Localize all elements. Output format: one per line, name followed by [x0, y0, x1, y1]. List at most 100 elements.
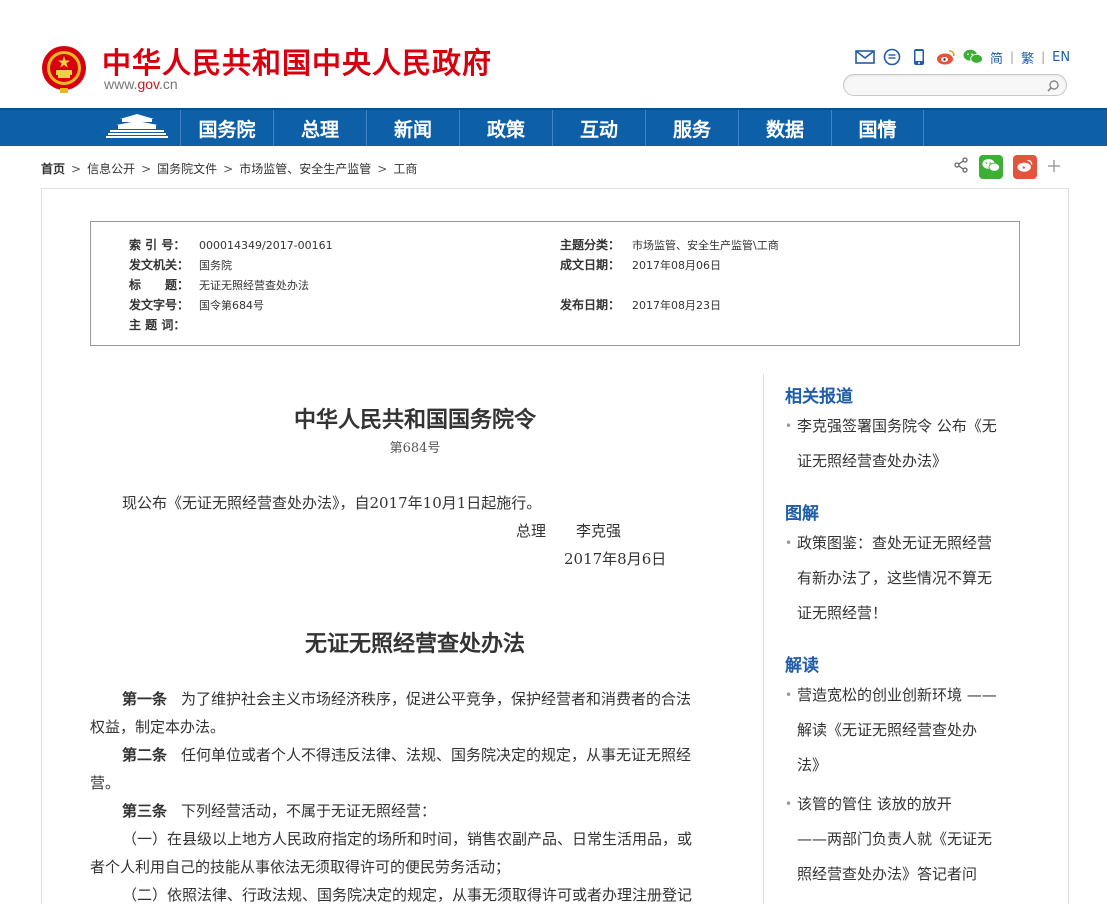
sidebar-interpret-2-line-2: ——两部门负责人就《无证无 [797, 830, 993, 848]
info-issuer-row: 发文机关： 国务院 [129, 256, 232, 273]
sidebar-interpret-1-line-1: 营造宽松的创业创新环境 —— [797, 686, 997, 704]
sidebar-interpret-1-line-3: 法》 [797, 756, 828, 774]
bullet-icon: • [785, 536, 793, 550]
breadcrumb-home[interactable]: 首页 [41, 160, 65, 177]
sidebar-graphic-line-2: 有新办法了，这些情况不算无 [797, 569, 993, 587]
breadcrumb-separator: > [377, 161, 388, 176]
search-input[interactable] [843, 74, 1067, 96]
bullet-icon: • [785, 688, 793, 702]
sidebar-graphic-link[interactable]: • 政策图鉴：查处无证无照经营 有新办法了，这些情况不算无 证无照经营！ [785, 526, 1020, 631]
info-issuer-label: 发文机关： [129, 258, 190, 272]
nav-item-data[interactable]: 数据 [738, 110, 831, 146]
sidebar-graphic-line-1: 政策图鉴：查处无证无照经营 [797, 534, 993, 552]
nav-home-button[interactable] [94, 110, 180, 146]
share-wechat-button[interactable] [979, 155, 1003, 179]
more-share-icon[interactable] [1047, 158, 1061, 177]
sidebar-interpret-2-line-1: 该管的管住 该放的放开 [797, 795, 952, 813]
article-1-label: 第一条 [122, 690, 168, 708]
article-3-text: 下列经营活动，不属于无证无照经营： [181, 802, 437, 820]
lang-simplified-link[interactable]: 简 [990, 48, 1003, 67]
wechat-icon [982, 158, 1000, 177]
lang-english-link[interactable]: EN [1052, 50, 1070, 65]
site-header: 中华人民共和国中央人民政府 www.gov.cn 简 | 繁 | EN [0, 0, 1107, 108]
breadcrumb-commerce[interactable]: 工商 [393, 160, 417, 177]
nav-item-national-conditions[interactable]: 国情 [831, 110, 924, 146]
bullet-icon: • [785, 797, 793, 811]
url-prefix: www. [104, 76, 138, 92]
info-docno-value: 国令第684号 [199, 299, 264, 312]
main-nav: 国务院 总理 新闻 政策 互动 服务 数据 国情 [0, 108, 1107, 146]
url-suffix: .cn [159, 76, 178, 92]
nav-item-policy[interactable]: 政策 [459, 110, 552, 146]
article-2-line-2: 营。 [90, 774, 121, 792]
sidebar-interpret-link-2[interactable]: • 该管的管住 该放的放开 ——两部门负责人就《无证无 照经营查处办法》答记者问 [785, 787, 1020, 892]
info-docno-row: 发文字号： 国令第684号 [129, 296, 264, 313]
announcement-text: 现公布《无证无照经营查处办法》，自2017年10月1日起施行。 [122, 494, 542, 512]
info-title-row: 标 题： 无证无照经营查处办法 [129, 276, 309, 293]
info-index-label: 索 引 号： [129, 238, 186, 252]
nav-item-news[interactable]: 新闻 [366, 110, 459, 146]
info-index-value: 000014349/2017-00161 [199, 239, 333, 252]
mail-icon[interactable] [855, 47, 875, 67]
sidebar-divider [763, 374, 764, 904]
top-icon-bar: 简 | 繁 | EN [855, 46, 1070, 68]
sidebar-related-link[interactable]: • 李克强签署国务院令 公布《无 证无照经营查处办法》 [785, 409, 1020, 479]
sidebar-interpret-link-1[interactable]: • 营造宽松的创业创新环境 —— 解读《无证无照经营查处办 法》 [785, 678, 1020, 783]
info-published-row: 发布日期： 2017年08月23日 [560, 296, 721, 313]
national-emblem-icon[interactable] [40, 44, 88, 94]
sign-date: 2017年8月6日 [564, 550, 667, 568]
weibo-icon [1016, 158, 1034, 177]
lang-traditional-link[interactable]: 繁 [1021, 48, 1034, 67]
bullet-icon: • [785, 419, 793, 433]
mobile-icon[interactable] [909, 47, 929, 67]
sidebar-interpret-2-line-3: 照经营查处办法》答记者问 [797, 865, 978, 883]
article-3-label: 第三条 [122, 802, 168, 820]
breadcrumb-state-council-docs[interactable]: 国务院文件 [157, 160, 217, 177]
sidebar-related-line-2: 证无照经营查处办法》 [797, 452, 948, 470]
article-1-line-2: 权益，制定本办法。 [90, 718, 226, 736]
info-created-row: 成文日期： 2017年08月06日 [560, 256, 721, 273]
article-2-line-1: 第二条 任何单位或者个人不得违反法律、法规、国务院决定的规定，从事无证无照经 [122, 744, 691, 765]
breadcrumb-separator: > [223, 161, 234, 176]
share-area [953, 155, 1061, 179]
sidebar-graphic-heading: 图解 [785, 504, 819, 524]
info-created-value: 2017年08月06日 [632, 259, 721, 272]
url-gov: gov [137, 76, 159, 92]
search-icon[interactable] [1046, 78, 1060, 92]
article-2-label: 第二条 [122, 746, 168, 764]
site-url[interactable]: www.gov.cn [104, 76, 178, 92]
info-keywords-label: 主 题 词： [129, 318, 186, 332]
wechat-icon[interactable] [963, 47, 983, 67]
signature: 总理 李克强 [516, 520, 621, 541]
nav-item-state-council[interactable]: 国务院 [180, 110, 273, 146]
article-3-item-1-line-1: （一）在县级以上地方人民政府指定的场所和时间，销售农副产品、日常生活用品，或 [122, 830, 693, 848]
info-created-label: 成文日期： [560, 258, 621, 272]
info-category-value: 市场监管、安全生产监管\工商 [632, 239, 779, 252]
breadcrumb-info-public[interactable]: 信息公开 [87, 160, 135, 177]
article-3-item-2-line-1: （二）依照法律、行政法规、国务院决定的规定，从事无须取得许可或者办理注册登记 [122, 886, 693, 904]
breadcrumb-separator: > [141, 161, 152, 176]
nav-item-premier[interactable]: 总理 [273, 110, 366, 146]
lang-separator: | [1010, 50, 1015, 64]
article-3-line-1: 第三条 下列经营活动，不属于无证无照经营： [122, 800, 436, 821]
nav-item-interaction[interactable]: 互动 [552, 110, 645, 146]
message-icon[interactable] [882, 47, 902, 67]
nav-item-services[interactable]: 服务 [645, 110, 738, 146]
info-title-value: 无证无照经营查处办法 [199, 279, 309, 292]
weibo-icon[interactable] [936, 47, 956, 67]
tiananmen-icon [106, 113, 168, 143]
info-category-label: 主题分类： [560, 238, 621, 252]
lang-separator: | [1041, 50, 1046, 64]
breadcrumb-separator: > [71, 161, 82, 176]
share-icon[interactable] [953, 157, 969, 177]
law-title: 无证无照经营查处办法 [304, 631, 525, 657]
share-weibo-button[interactable] [1013, 155, 1037, 179]
info-keywords-row: 主 题 词： [129, 316, 199, 333]
info-index-row: 索 引 号： 000014349/2017-00161 [129, 236, 333, 253]
info-published-label: 发布日期： [560, 298, 621, 312]
signer-role: 总理 [516, 522, 547, 540]
nav-items: 国务院 总理 新闻 政策 互动 服务 数据 国情 [180, 110, 924, 146]
sidebar-graphic-line-3: 证无照经营！ [797, 604, 888, 622]
signer-name: 李克强 [576, 522, 622, 540]
breadcrumb-market-regulation[interactable]: 市场监管、安全生产监管 [239, 160, 371, 177]
